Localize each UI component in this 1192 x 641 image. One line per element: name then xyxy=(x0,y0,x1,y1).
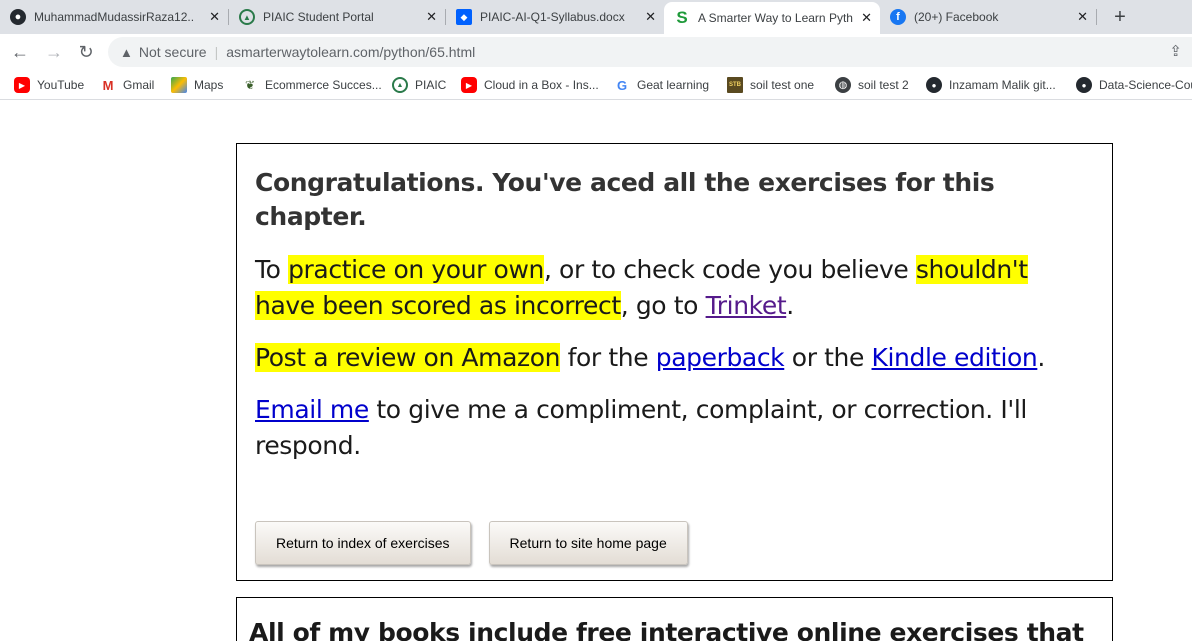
paragraph-text: or the xyxy=(784,343,872,372)
navigation-buttons: Return to index of exercises Return to s… xyxy=(255,521,706,565)
github-icon: ● xyxy=(1076,77,1092,93)
tab-github[interactable]: ● MuhammadMudassirRaza12... ✕ xyxy=(0,0,228,34)
bookmark-maps[interactable]: Maps xyxy=(171,75,223,95)
back-arrow-icon[interactable]: ← xyxy=(8,40,32,64)
bookmark-ecommerce[interactable]: ❦ Ecommerce Succes... xyxy=(242,75,382,95)
github-icon: ● xyxy=(10,9,26,25)
bookmark-label: Gmail xyxy=(123,78,155,92)
highlighted-text: practice on your own xyxy=(288,255,544,284)
bookmark-label: YouTube xyxy=(37,78,85,92)
gmail-icon: M xyxy=(102,77,114,93)
highlighted-text: Post a review on Amazon xyxy=(255,343,561,372)
paragraph-text: To xyxy=(255,255,289,284)
tab-title: (20+) Facebook xyxy=(914,10,999,24)
practice-paragraph: To practice on your own, or to check cod… xyxy=(255,252,1094,324)
bookmark-label: Maps xyxy=(194,78,224,92)
page-heading: Congratulations. You've aced all the exe… xyxy=(255,168,995,231)
kindle-edition-link[interactable]: Kindle edition xyxy=(872,343,1038,372)
piaic-icon: ▲ xyxy=(392,77,408,93)
books-panel: All of my books include free interactive… xyxy=(236,597,1113,641)
bookmark-label: PIAIC xyxy=(415,78,447,92)
share-icon[interactable]: ⇪ xyxy=(1169,42,1182,60)
warning-icon[interactable]: ▲ xyxy=(120,45,133,60)
tab-smarter-way[interactable]: S A Smarter Way to Learn Pyth ✕ xyxy=(664,2,880,34)
smarter-way-icon: S xyxy=(676,8,688,27)
reload-icon[interactable]: ↻ xyxy=(74,40,98,64)
github-icon: ● xyxy=(926,77,942,93)
email-me-link[interactable]: Email me xyxy=(255,395,369,424)
tab-facebook[interactable]: f (20+) Facebook ✕ xyxy=(880,0,1096,34)
url-text[interactable]: asmarterwaytolearn.com/python/65.html xyxy=(226,44,475,60)
omnibox-divider: | xyxy=(214,44,219,60)
dropbox-icon: ◆ xyxy=(456,9,472,25)
bookmark-cloud-in-a-box[interactable]: ▶ Cloud in a Box - Ins... xyxy=(461,75,599,95)
bookmark-gmail[interactable]: M Gmail xyxy=(100,75,155,95)
bookmark-label: Inzamam Malik git... xyxy=(949,78,1056,92)
piaic-icon: ▲ xyxy=(239,9,255,25)
bookmark-inzamam-github[interactable]: ● Inzamam Malik git... xyxy=(926,75,1056,95)
close-icon[interactable]: ✕ xyxy=(1077,9,1088,25)
tab-syllabus[interactable]: ◆ PIAIC-AI-Q1-Syllabus.docx ✕ xyxy=(446,0,664,34)
bookmark-label: Cloud in a Box - Ins... xyxy=(484,78,599,92)
bookmark-label: soil test one xyxy=(750,78,815,92)
tab-title: PIAIC-AI-Q1-Syllabus.docx xyxy=(480,10,625,24)
bookmark-label: Geat learning xyxy=(637,78,710,92)
return-to-index-button[interactable]: Return to index of exercises xyxy=(255,521,471,565)
review-paragraph: Post a review on Amazon for the paperbac… xyxy=(255,340,1094,376)
close-icon[interactable]: ✕ xyxy=(645,9,656,25)
paragraph-text: , go to xyxy=(620,291,706,320)
trinket-link[interactable]: Trinket xyxy=(706,291,787,320)
browser-toolbar: ← → ↻ ▲ Not secure | asmarterwaytolearn.… xyxy=(0,34,1192,70)
new-tab-button[interactable]: + xyxy=(1108,5,1132,29)
globe-icon: ◍ xyxy=(835,77,851,93)
close-icon[interactable]: ✕ xyxy=(209,9,220,25)
stb-icon: STB xyxy=(727,77,743,93)
ecommerce-icon: ❦ xyxy=(244,78,256,92)
bookmark-youtube[interactable]: ▶ YouTube xyxy=(14,75,84,95)
bookmark-label: soil test 2 xyxy=(858,78,909,92)
bookmark-soil-test-2[interactable]: ◍ soil test 2 xyxy=(835,75,909,95)
tab-title: MuhammadMudassirRaza12... xyxy=(34,10,194,24)
bookmark-piaic[interactable]: ▲ PIAIC xyxy=(392,75,446,95)
maps-icon xyxy=(171,77,187,93)
tab-title: A Smarter Way to Learn Pyth xyxy=(698,11,853,25)
close-icon[interactable]: ✕ xyxy=(426,9,437,25)
bookmark-soil-test-one[interactable]: STB soil test one xyxy=(727,75,814,95)
tab-title: PIAIC Student Portal xyxy=(263,10,374,24)
tab-piaic-portal[interactable]: ▲ PIAIC Student Portal ✕ xyxy=(229,0,445,34)
bookmark-great-learning[interactable]: G Geat learning xyxy=(614,75,709,95)
bookmark-data-science[interactable]: ● Data-Science-Cou... xyxy=(1076,75,1192,95)
google-icon: G xyxy=(616,77,628,93)
address-bar[interactable]: ▲ Not secure | asmarterwaytolearn.com/py… xyxy=(108,37,1192,67)
facebook-icon: f xyxy=(890,9,906,25)
youtube-icon: ▶ xyxy=(461,77,477,93)
forward-arrow-icon[interactable]: → xyxy=(42,40,66,64)
tab-separator xyxy=(1096,9,1097,25)
return-to-home-button[interactable]: Return to site home page xyxy=(488,521,688,565)
paragraph-text: , or to check code you believe xyxy=(543,255,916,284)
bookmark-label: Ecommerce Succes... xyxy=(265,78,382,92)
paragraph-text: to give me a compliment, complaint, or c… xyxy=(255,395,1027,460)
paperback-link[interactable]: paperback xyxy=(656,343,785,372)
bookmark-label: Data-Science-Cou... xyxy=(1099,78,1192,92)
email-paragraph: Email me to give me a compliment, compla… xyxy=(255,392,1094,464)
paragraph-text: . xyxy=(1037,343,1045,372)
paragraph-text: . xyxy=(786,291,794,320)
security-label[interactable]: Not secure xyxy=(139,44,207,60)
youtube-icon: ▶ xyxy=(14,77,30,93)
paragraph-text: for the xyxy=(560,343,656,372)
close-icon[interactable]: ✕ xyxy=(861,10,872,26)
tab-strip: ● MuhammadMudassirRaza12... ✕ ▲ PIAIC St… xyxy=(0,0,1192,34)
books-heading: All of my books include free interactive… xyxy=(249,618,1084,641)
bookmarks-bar: ▶ YouTube M Gmail Maps ❦ Ecommerce Succe… xyxy=(0,70,1192,100)
congratulations-panel: Congratulations. You've aced all the exe… xyxy=(236,143,1113,581)
